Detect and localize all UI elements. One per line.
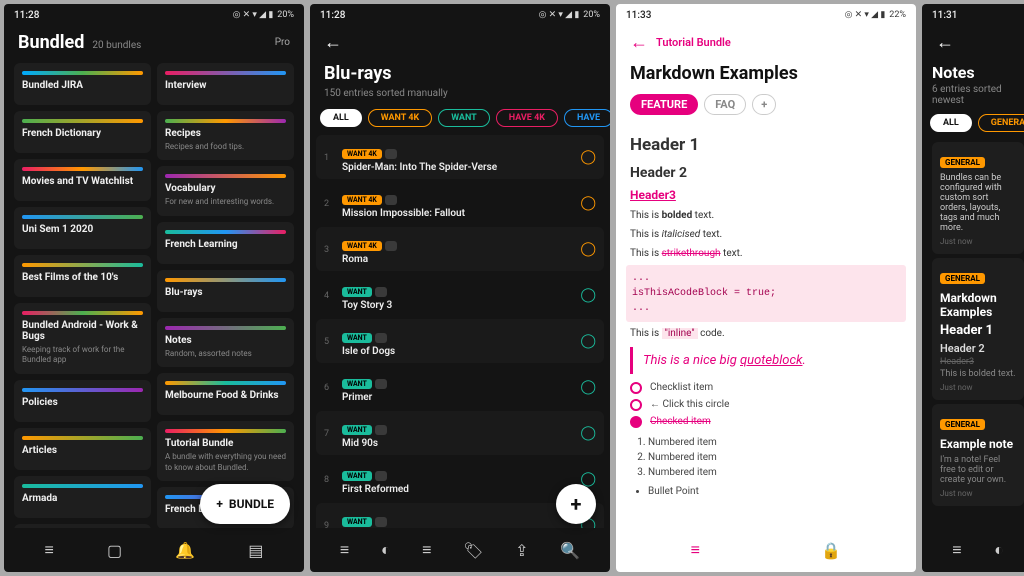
bundle-count: 20 bundles <box>92 40 141 51</box>
entry-row[interactable]: 3WANT 4K Roma◯ <box>316 227 604 271</box>
bundle-card[interactable]: Policies <box>14 380 151 422</box>
bundle-title: Notes <box>932 63 1024 82</box>
menu-icon[interactable]: ≡ <box>45 540 54 560</box>
chip-feature[interactable]: FEATURE <box>630 94 698 115</box>
bundle-card[interactable]: Articles <box>14 428 151 470</box>
note-card[interactable]: GENERALBundles can be configured with cu… <box>932 142 1024 254</box>
pie-icon[interactable]: ◐ <box>994 540 1004 560</box>
entry-row[interactable]: 4WANT Toy Story 3◯ <box>316 273 604 317</box>
chip-faq[interactable]: FAQ <box>704 94 746 115</box>
pro-badge[interactable]: Pro <box>275 37 290 48</box>
screen-entries: 11:28 ◎ ✕ ▾ ◢ ▮20% ← Blu-rays 150 entrie… <box>310 4 610 572</box>
bundle-card[interactable]: Tutorial BundleA bundle with everything … <box>157 421 294 481</box>
bundle-card[interactable]: RecipesRecipes and food tips. <box>157 111 294 160</box>
bundle-card[interactable]: French Learning <box>157 222 294 264</box>
screen-bundles: 11:28 ◎ ✕ ▾ ◢ ▮20% Bundled 20 bundles Pr… <box>4 4 304 572</box>
entry-row[interactable]: 2WANT 4K Mission Impossible: Fallout◯ <box>316 181 604 225</box>
bundle-title: Blu-rays <box>324 63 596 84</box>
bundle-card[interactable]: Armada <box>14 476 151 518</box>
bundle-card[interactable]: Bundled Android - Work & BugsKeeping tra… <box>14 303 151 374</box>
bundle-card[interactable]: Blu-rays <box>157 270 294 312</box>
menu-icon[interactable]: ≡ <box>340 540 349 560</box>
app-title: Bundled <box>18 32 84 53</box>
status-bar: 11:28 ◎ ✕ ▾ ◢ ▮20% <box>4 4 304 26</box>
code-block: ...isThisACodeBlock = true;... <box>626 265 906 322</box>
fab-new-bundle[interactable]: +BUNDLE <box>200 484 290 524</box>
bundle-card[interactable]: French Dictionary <box>14 111 151 153</box>
checkbox-icon <box>630 382 642 394</box>
tag-icon[interactable]: 🏷 <box>463 541 483 560</box>
chip-add[interactable]: + <box>752 94 776 115</box>
filter-chip[interactable]: HAVE <box>564 109 610 127</box>
checkbox-icon <box>630 399 642 411</box>
entry-row[interactable]: 7WANT Mid 90s◯ <box>316 411 604 455</box>
bundle-card[interactable]: VocabularyFor new and interesting words. <box>157 166 294 215</box>
bell-icon[interactable]: 🔔 <box>175 541 195 560</box>
filter-chip[interactable]: HAVE 4K <box>496 109 558 127</box>
archive-icon[interactable]: ▢ <box>107 541 122 560</box>
filter-chip[interactable]: WANT <box>438 109 490 127</box>
back-icon[interactable]: ← <box>936 32 954 53</box>
filter-chip[interactable]: WANT 4K <box>368 109 432 127</box>
entry-row[interactable]: 5WANT Isle of Dogs◯ <box>316 319 604 363</box>
doc-icon[interactable]: ▤ <box>248 541 263 560</box>
entry-row[interactable]: 6WANT Primer◯ <box>316 365 604 409</box>
fab-add[interactable]: + <box>556 484 596 524</box>
checkbox-checked-icon <box>630 416 642 428</box>
h2: Header 2 <box>630 163 902 184</box>
bundle-card[interactable]: Best Films of the 10's <box>14 255 151 297</box>
bundle-card[interactable]: Interview <box>157 63 294 105</box>
bundle-card[interactable]: Movies and TV Watchlist <box>14 159 151 201</box>
lock-icon[interactable]: 🔒 <box>821 541 841 560</box>
back-icon[interactable]: ← <box>324 32 342 53</box>
entry-count: 150 entries sorted manually <box>310 88 610 105</box>
note-title: Markdown Examples <box>630 63 902 84</box>
screen-notes: 11:31 ← Notes 6 entries sorted newest AL… <box>922 4 1024 572</box>
screen-markdown: 11:33 ◎ ✕ ▾ ◢ ▮22% ← Tutorial Bundle Mar… <box>616 4 916 572</box>
bundle-card[interactable]: Bundled JIRA <box>14 63 151 105</box>
note-card[interactable]: GENERALMarkdown ExamplesHeader 1Header 2… <box>932 258 1024 400</box>
menu-icon[interactable]: ≡ <box>952 540 961 560</box>
h1: Header 1 <box>630 133 902 159</box>
entry-row[interactable]: 1WANT 4K Spider-Man: Into The Spider-Ver… <box>316 135 604 179</box>
bundle-card[interactable]: Uni Sem 1 2020 <box>14 207 151 249</box>
search-icon[interactable]: 🔍 <box>560 541 580 560</box>
share-icon[interactable]: ⇪ <box>515 541 528 560</box>
bundle-card[interactable]: NotesRandom, assorted notes <box>157 318 294 367</box>
bottom-nav: ≡ ▢ 🔔 ▤ <box>4 528 304 572</box>
bundle-card[interactable]: Melbourne Food & Drinks <box>157 373 294 415</box>
filter-chip[interactable]: ALL <box>320 109 362 127</box>
blockquote: This is a nice big quoteblock. <box>630 347 902 375</box>
back-icon[interactable]: ← <box>630 32 648 53</box>
h3: Header3 <box>630 186 902 204</box>
note-card[interactable]: GENERALExample noteI'm a note! Feel free… <box>932 404 1024 506</box>
breadcrumb[interactable]: Tutorial Bundle <box>656 36 731 49</box>
pie-icon[interactable]: ◐ <box>381 540 391 560</box>
sort-icon[interactable]: ≡ <box>422 540 431 560</box>
menu-icon[interactable]: ≡ <box>691 540 700 560</box>
